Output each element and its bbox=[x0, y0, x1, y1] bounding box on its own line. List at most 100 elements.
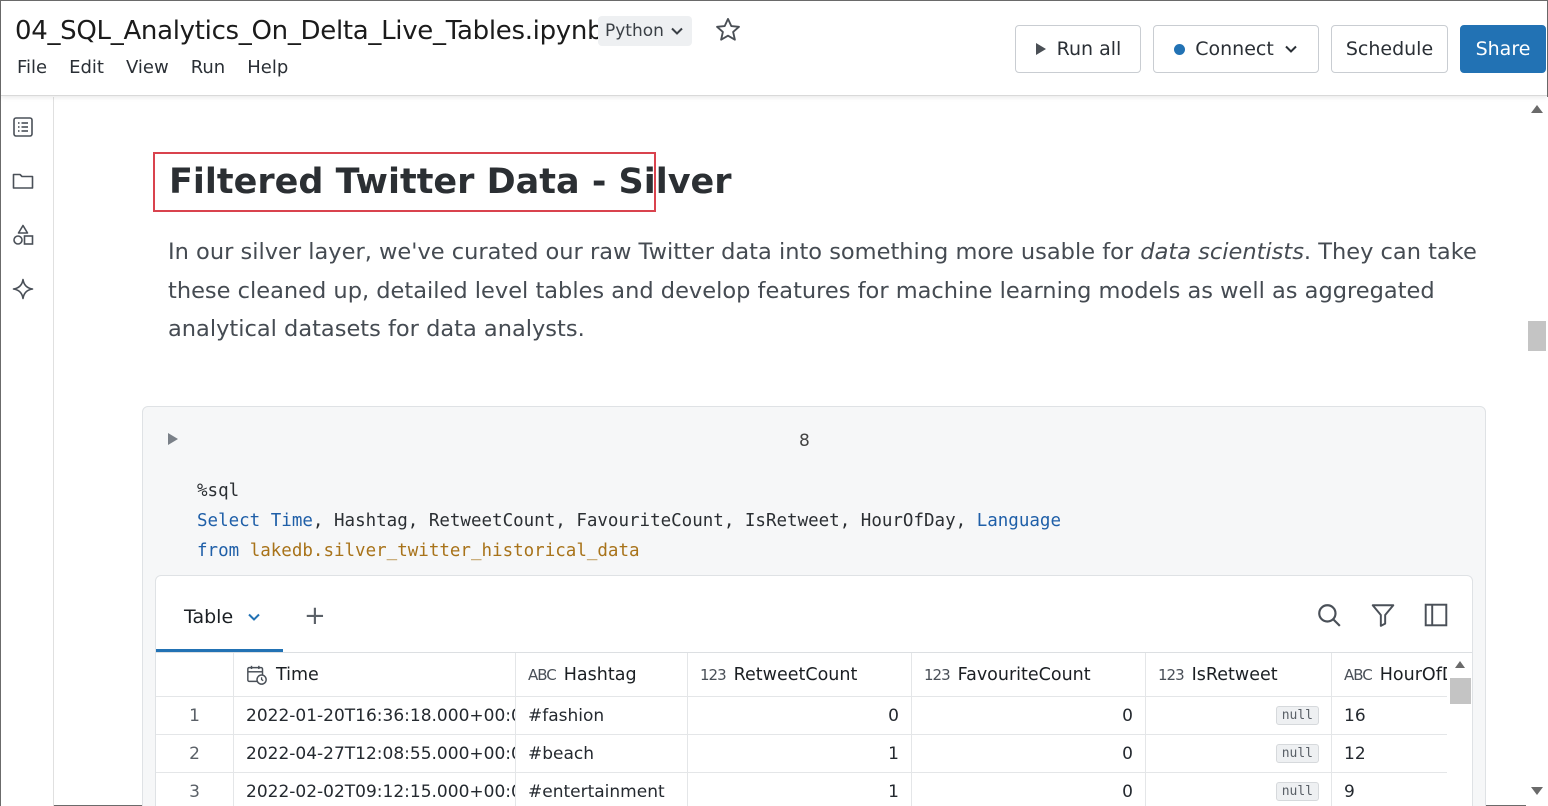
markdown-paragraph: In our silver layer, we've curated our r… bbox=[168, 233, 1498, 349]
cell-hashtag[interactable]: #beach bbox=[516, 735, 688, 772]
cell-retweetcount[interactable]: 1 bbox=[688, 735, 912, 772]
favorite-star-icon[interactable] bbox=[714, 16, 742, 44]
table-row[interactable]: 2 2022-04-27T12:08:55.000+00:00 #beach 1… bbox=[156, 735, 1472, 773]
execution-count: 8 bbox=[799, 431, 810, 451]
column-header-time[interactable]: Time bbox=[234, 653, 516, 696]
calendar-clock-icon bbox=[247, 665, 267, 685]
notebook-header: 04_SQL_Analytics_On_Delta_Live_Tables.ip… bbox=[1, 1, 1547, 96]
table-of-contents-icon[interactable] bbox=[11, 115, 35, 139]
connection-status-dot bbox=[1174, 43, 1186, 55]
cell-isretweet[interactable]: null bbox=[1146, 773, 1332, 806]
row-number-header bbox=[156, 653, 234, 696]
code-columns: , Hashtag, RetweetCount, FavouriteCount,… bbox=[312, 511, 977, 531]
connect-button[interactable]: Connect bbox=[1153, 25, 1319, 73]
search-icon[interactable] bbox=[1316, 602, 1342, 628]
menu-run[interactable]: Run bbox=[191, 57, 226, 78]
chevron-down-icon[interactable] bbox=[247, 610, 261, 624]
menu-edit[interactable]: Edit bbox=[69, 57, 104, 78]
row-number: 2 bbox=[156, 735, 234, 772]
cell-hourofday[interactable]: 12 bbox=[1332, 735, 1452, 772]
run-cell-icon[interactable] bbox=[168, 433, 178, 445]
column-name: RetweetCount bbox=[733, 664, 858, 685]
menu-file[interactable]: File bbox=[17, 57, 47, 78]
cell-time[interactable]: 2022-01-20T16:36:18.000+00:00 bbox=[234, 697, 516, 734]
cell-isretweet[interactable]: null bbox=[1146, 697, 1332, 734]
code-keyword-language: Language bbox=[976, 511, 1061, 531]
null-badge: null bbox=[1275, 744, 1319, 763]
scroll-down-arrow-icon[interactable] bbox=[1531, 787, 1543, 795]
page-scrollbar[interactable] bbox=[1526, 97, 1548, 806]
column-name: Time bbox=[276, 664, 319, 685]
code-keyword-time: Time bbox=[270, 511, 313, 531]
table-scrollbar[interactable] bbox=[1447, 653, 1472, 806]
table-row[interactable]: 1 2022-01-20T16:36:18.000+00:00 #fashion… bbox=[156, 697, 1472, 735]
cell-time[interactable]: 2022-04-27T12:08:55.000+00:00 bbox=[234, 735, 516, 772]
cell-hourofday[interactable]: 16 bbox=[1332, 697, 1452, 734]
notebook-title[interactable]: 04_SQL_Analytics_On_Delta_Live_Tables.ip… bbox=[15, 16, 604, 46]
code-editor[interactable]: %sql Select Time, Hashtag, RetweetCount,… bbox=[197, 476, 1061, 566]
chevron-down-icon bbox=[671, 27, 683, 35]
left-rail bbox=[1, 97, 54, 806]
menu-help[interactable]: Help bbox=[247, 57, 288, 78]
markdown-heading: Filtered Twitter Data - Silver bbox=[169, 162, 732, 202]
cell-favouritecount[interactable]: 0 bbox=[912, 735, 1146, 772]
cell-retweetcount[interactable]: 0 bbox=[688, 697, 912, 734]
code-keyword-select: Select bbox=[197, 511, 261, 531]
column-name: Hashtag bbox=[563, 664, 637, 685]
scroll-up-arrow-icon[interactable] bbox=[1531, 105, 1543, 113]
column-name: HourOfD bbox=[1379, 664, 1452, 685]
null-badge: null bbox=[1275, 782, 1319, 801]
string-type-icon: ABC bbox=[1344, 665, 1373, 684]
table-scrollbar-thumb[interactable] bbox=[1450, 678, 1471, 704]
table-tab-label: Table bbox=[184, 606, 234, 628]
table-row[interactable]: 3 2022-02-02T09:12:15.000+00:00 #enterta… bbox=[156, 773, 1472, 806]
shapes-icon[interactable] bbox=[11, 223, 35, 247]
para-text-1: In our silver layer, we've curated our r… bbox=[168, 239, 1141, 265]
results-table: Time ABC Hashtag 123 RetweetCount 123 Fa… bbox=[156, 652, 1472, 806]
column-header-hashtag[interactable]: ABC Hashtag bbox=[516, 653, 688, 696]
language-selector[interactable]: Python bbox=[598, 16, 692, 46]
column-header-isretweet[interactable]: 123 IsRetweet bbox=[1146, 653, 1332, 696]
filter-icon[interactable] bbox=[1370, 602, 1396, 628]
cell-hashtag[interactable]: #fashion bbox=[516, 697, 688, 734]
connect-label: Connect bbox=[1195, 38, 1274, 60]
menu-bar: File Edit View Run Help bbox=[17, 57, 310, 78]
chevron-down-icon bbox=[1285, 45, 1297, 53]
column-name: FavouriteCount bbox=[957, 664, 1091, 685]
column-name: IsRetweet bbox=[1191, 664, 1278, 685]
row-number: 1 bbox=[156, 697, 234, 734]
number-type-icon: 123 bbox=[700, 665, 727, 684]
table-tab[interactable]: Table bbox=[184, 606, 261, 628]
cell-time[interactable]: 2022-02-02T09:12:15.000+00:00 bbox=[234, 773, 516, 806]
column-header-retweetcount[interactable]: 123 RetweetCount bbox=[688, 653, 912, 696]
run-all-button[interactable]: Run all bbox=[1015, 25, 1141, 73]
run-all-label: Run all bbox=[1056, 38, 1122, 60]
sparkle-icon[interactable] bbox=[11, 277, 35, 301]
scroll-up-arrow-icon[interactable] bbox=[1455, 661, 1465, 668]
number-type-icon: 123 bbox=[1158, 665, 1185, 684]
sidebar-panel-icon[interactable] bbox=[1423, 602, 1449, 628]
column-header-favouritecount[interactable]: 123 FavouriteCount bbox=[912, 653, 1146, 696]
code-table-name: lakedb.silver_twitter_historical_data bbox=[249, 541, 640, 561]
schedule-button[interactable]: Schedule bbox=[1331, 25, 1448, 73]
cell-isretweet[interactable]: null bbox=[1146, 735, 1332, 772]
para-emphasis: data scientists bbox=[1140, 239, 1304, 265]
menu-view[interactable]: View bbox=[126, 57, 169, 78]
share-button[interactable]: Share bbox=[1460, 25, 1546, 73]
language-label: Python bbox=[605, 21, 664, 41]
cell-favouritecount[interactable]: 0 bbox=[912, 697, 1146, 734]
add-visualization-button[interactable]: + bbox=[304, 601, 326, 631]
code-keyword-from: from bbox=[197, 541, 240, 561]
scrollbar-thumb[interactable] bbox=[1528, 321, 1546, 351]
cell-hashtag[interactable]: #entertainment bbox=[516, 773, 688, 806]
column-header-hourofday[interactable]: ABC HourOfD bbox=[1332, 653, 1452, 696]
table-header-row: Time ABC Hashtag 123 RetweetCount 123 Fa… bbox=[156, 653, 1472, 697]
number-type-icon: 123 bbox=[924, 665, 951, 684]
cell-favouritecount[interactable]: 0 bbox=[912, 773, 1146, 806]
null-badge: null bbox=[1275, 706, 1319, 725]
folder-icon[interactable] bbox=[11, 169, 35, 193]
play-icon bbox=[1035, 43, 1046, 55]
cell-retweetcount[interactable]: 1 bbox=[688, 773, 912, 806]
result-output: Table + Time ABC Hashtag 123 RetweetCoun… bbox=[155, 575, 1473, 806]
cell-hourofday[interactable]: 9 bbox=[1332, 773, 1452, 806]
